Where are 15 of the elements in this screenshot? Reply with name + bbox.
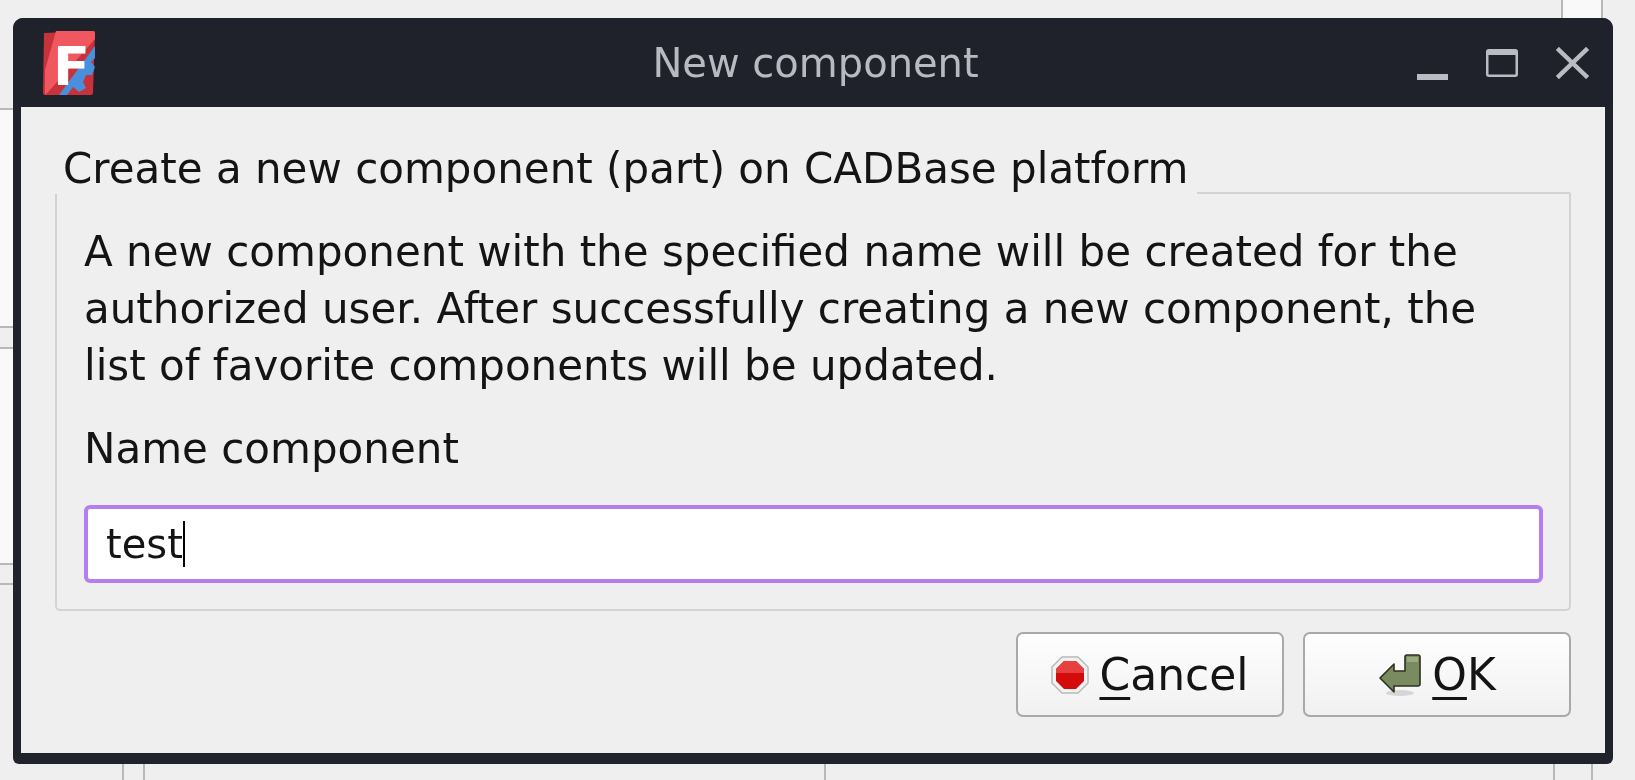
field-label: Name component [84, 423, 460, 475]
cancel-button[interactable]: Cancel [1016, 632, 1284, 717]
maximize-icon [1486, 48, 1518, 77]
group-title: Create a new component (part) on CADBase platform [62, 144, 1190, 194]
app-logo: F [42, 29, 97, 96]
stop-sign-icon [1051, 655, 1090, 694]
bent-arrow-icon [1378, 652, 1423, 697]
description-text: A new component with the specified name will be created for the authorized user. After successfully creating a new component, the list of favorite components will be updated. [84, 226, 1478, 392]
ok-button[interactable]: OK [1303, 632, 1571, 717]
name-input-field[interactable]: test [84, 505, 1543, 583]
close-button[interactable] [1556, 46, 1589, 79]
close-icon [1556, 46, 1589, 79]
window-title: New component [652, 38, 979, 87]
minimize-icon [1417, 73, 1448, 80]
maximize-button[interactable] [1486, 48, 1518, 77]
